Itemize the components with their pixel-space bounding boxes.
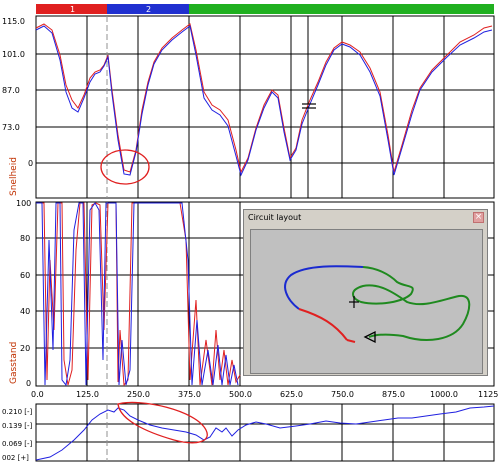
x-axis-ticks: 0.0 125.0 250.0 375.0 500.0 625.0 750.0 …: [31, 390, 498, 399]
delta-tick-3: 002 [+]: [2, 454, 29, 462]
circuit-track: [284, 265, 471, 344]
x-tick-9: 1125: [478, 390, 498, 399]
x-tick-2: 250.0: [127, 390, 150, 399]
speed-tick-1: 101.0: [2, 50, 25, 59]
lap-segment-1-label: 1: [70, 5, 75, 14]
delta-tick-1: 0.139 [-]: [2, 422, 33, 430]
x-tick-6: 750.0: [331, 390, 354, 399]
x-tick-0: 0.0: [31, 390, 44, 399]
track-section-1: [298, 308, 348, 341]
track-section-3: [352, 266, 471, 341]
throttle-tick-4: 20: [20, 344, 30, 353]
circuit-layout-title[interactable]: Circuit layout: [244, 210, 487, 225]
lap-segment-2-label: 2: [146, 5, 151, 14]
throttle-axis-label: Gasstand: [9, 342, 19, 384]
close-icon[interactable]: ×: [473, 212, 484, 223]
delta-y-ticks: 0.210 [-] 0.139 [-] 0.069 [-] 002 [+]: [2, 408, 33, 462]
circuit-map[interactable]: [250, 229, 483, 374]
throttle-tick-5: 0: [26, 379, 31, 388]
speed-panel: [35, 15, 495, 199]
x-tick-7: 875.0: [382, 390, 405, 399]
delta-panel: [35, 401, 495, 462]
speed-tick-3: 73.0: [2, 123, 20, 132]
telemetry-window: 1 2 115.0 101.0 87.0 73.0 0 Snelheid 100…: [0, 0, 500, 465]
lap-segment-3[interactable]: [189, 4, 494, 14]
x-tick-4: 500.0: [229, 390, 252, 399]
throttle-tick-0: 100: [16, 199, 31, 208]
circuit-layout-window[interactable]: Circuit layout ×: [243, 209, 488, 376]
x-tick-8: 1000.0: [430, 390, 458, 399]
speed-tick-4: 0: [28, 159, 33, 168]
speed-tick-0: 115.0: [2, 17, 25, 26]
x-tick-5: 625.0: [280, 390, 303, 399]
speed-y-ticks: 115.0 101.0 87.0 73.0 0: [2, 17, 33, 168]
throttle-tick-2: 60: [20, 271, 30, 280]
speed-axis-label: Snelheid: [9, 157, 19, 196]
throttle-tick-1: 80: [20, 234, 30, 243]
delta-tick-0: 0.210 [-]: [2, 408, 33, 416]
delta-tick-2: 0.069 [-]: [2, 440, 33, 448]
speed-tick-2: 87.0: [2, 86, 20, 95]
x-tick-3: 375.0: [178, 390, 201, 399]
x-tick-1: 125.0: [76, 390, 99, 399]
car-position-icon: [349, 296, 359, 308]
throttle-tick-3: 40: [20, 307, 30, 316]
